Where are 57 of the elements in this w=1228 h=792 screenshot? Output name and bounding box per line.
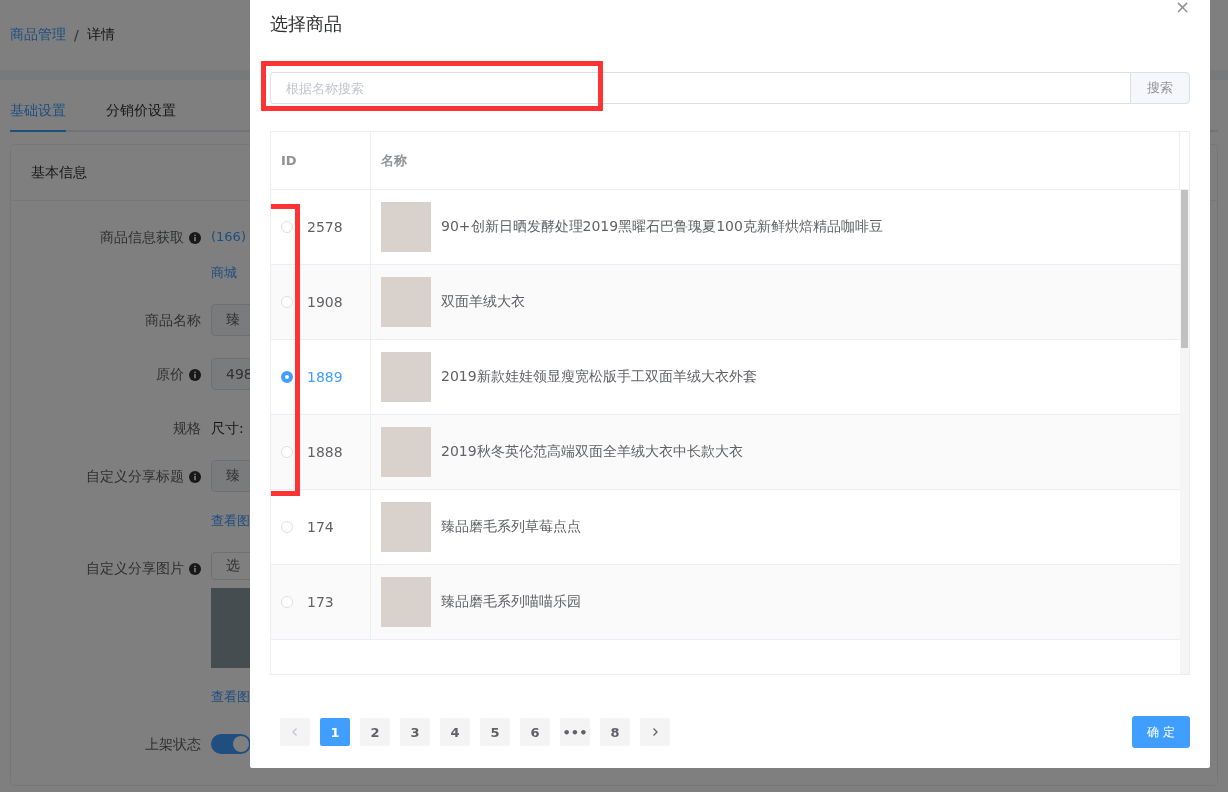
page-button[interactable]: •••: [560, 718, 590, 746]
page-button[interactable]: 5: [480, 718, 510, 746]
chevron-left-icon: [290, 727, 300, 737]
page-button[interactable]: 3: [400, 718, 430, 746]
table-cell: 174: [307, 519, 334, 535]
page-button[interactable]: 2: [360, 718, 390, 746]
search-button[interactable]: 搜索: [1130, 72, 1190, 104]
link[interactable]: 商城: [211, 256, 237, 282]
confirm-button[interactable]: 确 定: [1132, 716, 1190, 748]
breadcrumb-item: 详情: [86, 26, 115, 44]
close-icon[interactable]: ×: [1174, 0, 1190, 17]
form-label: 自定义分享标题: [86, 468, 184, 486]
table-cell: 2019新款娃娃领显瘦宽松版手工双面羊绒大衣外套: [441, 368, 757, 386]
scrollbar[interactable]: [1180, 190, 1189, 674]
page-button[interactable]: 1: [320, 718, 350, 746]
dialog-title: 选择商品: [270, 12, 342, 36]
link[interactable]: 查看图: [211, 680, 250, 706]
table-cell: 臻品磨毛系列喵喵乐园: [441, 593, 581, 611]
form-label: 自定义分享图片: [86, 560, 184, 578]
radio-button[interactable]: [281, 371, 293, 383]
table-cell: 1888: [307, 444, 343, 460]
chevron-right-icon: [650, 727, 660, 737]
column-header: 名称: [381, 151, 407, 170]
form-label: 商品信息获取: [100, 229, 184, 247]
form-label: 上架状态: [145, 736, 201, 754]
table-cell: 1889: [307, 369, 343, 385]
table-cell: 双面羊绒大衣: [441, 293, 525, 311]
toggle-switch[interactable]: [211, 734, 251, 754]
table-cell: 臻品磨毛系列草莓点点: [441, 518, 581, 536]
table-cell: 90+创新日晒发酵处理2019黑曜石巴鲁瑰夏100克新鲜烘焙精品咖啡豆: [441, 218, 883, 236]
table-cell: 1908: [307, 294, 343, 310]
page-button[interactable]: 4: [440, 718, 470, 746]
link[interactable]: 查看图: [211, 504, 250, 530]
link[interactable]: (166): [211, 221, 246, 244]
spec-text: 尺寸:: [211, 419, 244, 438]
product-photo-placeholder: [381, 502, 431, 552]
next-page-button[interactable]: [640, 718, 670, 746]
breadcrumb-separator: /: [74, 27, 79, 43]
breadcrumb-item[interactable]: 商品管理: [10, 26, 66, 44]
tab[interactable]: 分销价设置: [106, 102, 176, 130]
tab[interactable]: 基础设置: [10, 102, 66, 132]
product-photo-placeholder: [381, 427, 431, 477]
form-label: 商品名称: [145, 312, 201, 330]
table-cell: 2019秋冬英伦范高端双面全羊绒大衣中长款大衣: [441, 443, 743, 461]
page-button[interactable]: 8: [600, 718, 630, 746]
table-cell: 173: [307, 594, 334, 610]
card-title: 基本信息: [31, 163, 87, 182]
product-photo-placeholder: [381, 202, 431, 252]
table-cell: 2578: [307, 219, 343, 235]
product-photo-placeholder: [381, 352, 431, 402]
product-photo-placeholder: [381, 277, 431, 327]
form-label: 规格: [173, 420, 201, 438]
page-button[interactable]: 6: [520, 718, 550, 746]
column-header: ID: [281, 153, 297, 168]
search-field[interactable]: 根据名称搜索: [270, 72, 1130, 104]
product-photo-placeholder: [381, 577, 431, 627]
form-label: 原价: [156, 366, 184, 384]
